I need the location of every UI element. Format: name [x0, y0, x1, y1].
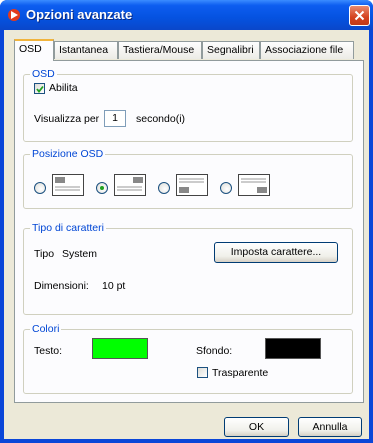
radio-selected-dot [100, 186, 104, 190]
transparent-label: Trasparente [212, 367, 269, 379]
tab-panel-osd: OSD Abilita Visualizza per 1 secondo(i) … [14, 60, 364, 403]
tab-label: OSD [19, 43, 42, 55]
font-group-label: Tipo di caratteri [30, 222, 106, 234]
close-icon [354, 10, 365, 21]
enable-label: Abilita [49, 82, 78, 94]
window-frame-bottom [0, 439, 373, 443]
font-size-label: Dimensioni: [34, 280, 89, 292]
position-top-right-icon [114, 174, 146, 196]
set-font-button[interactable]: Imposta carattere... [214, 242, 338, 263]
window-title: Opzioni avanzate [26, 7, 133, 22]
radio-position-top-right[interactable] [96, 182, 108, 194]
text-color-label: Testo: [34, 345, 63, 357]
display-seconds-input[interactable]: 1 [104, 110, 126, 127]
cancel-button[interactable]: Annulla [298, 417, 362, 437]
colors-group-label: Colori [30, 323, 62, 335]
transparent-checkbox[interactable] [197, 367, 208, 378]
tab-tastiera-mouse[interactable]: Tastiera/Mouse [118, 41, 202, 59]
font-type-value: System [62, 248, 98, 260]
font-type-label: Tipo [34, 248, 55, 260]
display-for-label: Visualizza per [34, 113, 100, 125]
tab-label: Istantanea [59, 44, 109, 56]
position-bottom-right-icon [238, 174, 270, 196]
checkmark-icon [36, 85, 44, 93]
tab-segnalibri[interactable]: Segnalibri [202, 41, 260, 59]
position-group-label: Posizione OSD [30, 148, 106, 160]
osd-group-label: OSD [30, 68, 57, 80]
tab-label: Associazione file [265, 44, 344, 56]
app-icon [8, 9, 20, 21]
dialog-window: Opzioni avanzate OSD Istantanea Tastiera… [0, 0, 373, 443]
background-color-swatch[interactable] [265, 338, 321, 359]
osd-group: OSD Abilita Visualizza per 1 secondo(i) [23, 68, 353, 142]
text-color-swatch[interactable] [92, 338, 148, 359]
font-size-value: 10 pt [102, 280, 126, 292]
colors-group: Colori Testo: Sfondo: Trasparente [23, 323, 353, 394]
radio-position-bottom-left[interactable] [158, 182, 170, 194]
tab-associazione-file[interactable]: Associazione file [260, 41, 354, 59]
position-top-left-icon [52, 174, 84, 196]
position-bottom-left-icon [176, 174, 208, 196]
title-bar[interactable]: Opzioni avanzate [0, 0, 373, 30]
display-unit-label: secondo(i) [136, 113, 186, 125]
tab-label: Segnalibri [207, 44, 254, 56]
background-color-label: Sfondo: [196, 345, 233, 357]
font-group: Tipo di caratteri Tipo System Imposta ca… [23, 222, 353, 315]
tab-istantanea[interactable]: Istantanea [54, 41, 118, 59]
tab-osd[interactable]: OSD [14, 39, 54, 61]
enable-checkbox[interactable] [34, 83, 45, 94]
tab-label: Tastiera/Mouse [123, 44, 195, 56]
close-button[interactable] [349, 5, 370, 26]
ok-button[interactable]: OK [224, 417, 289, 437]
radio-position-top-left[interactable] [34, 182, 46, 194]
dialog-client-area: OSD Istantanea Tastiera/Mouse Segnalibri… [4, 30, 369, 439]
position-group: Posizione OSD [23, 148, 353, 209]
radio-position-bottom-right[interactable] [220, 182, 232, 194]
